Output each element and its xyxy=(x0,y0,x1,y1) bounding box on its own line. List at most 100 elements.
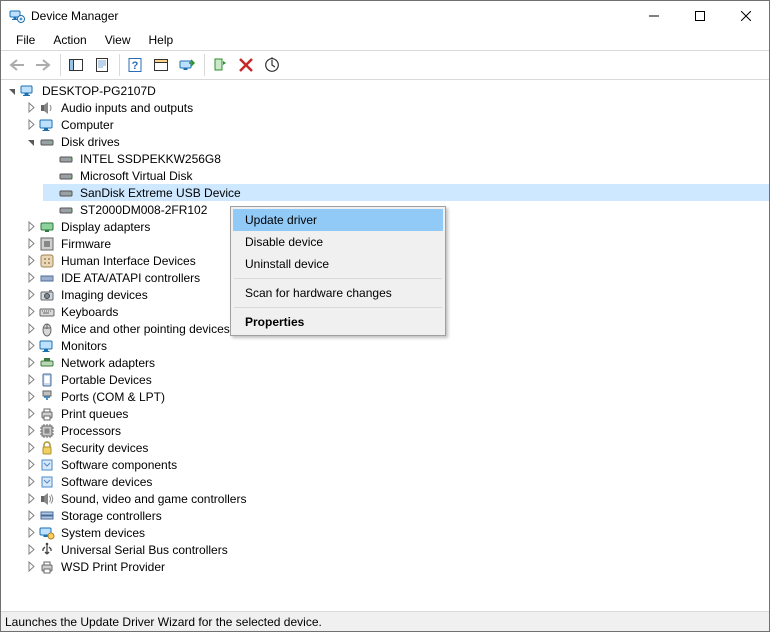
tree-category[interactable]: Storage controllers xyxy=(24,507,769,524)
chevron-right-icon[interactable] xyxy=(24,490,39,507)
menubar: File Action View Help xyxy=(1,31,769,50)
tree-category[interactable]: Print queues xyxy=(24,405,769,422)
tree-category-label: Universal Serial Bus controllers xyxy=(59,543,230,557)
chevron-right-icon[interactable] xyxy=(24,388,39,405)
properties-button[interactable] xyxy=(90,53,114,77)
chevron-right-icon[interactable] xyxy=(24,473,39,490)
tree-category-label: Software devices xyxy=(59,475,154,489)
update-driver-button[interactable] xyxy=(175,53,199,77)
context-properties[interactable]: Properties xyxy=(233,311,443,333)
chevron-right-icon[interactable] xyxy=(24,235,39,252)
chevron-down-icon[interactable] xyxy=(5,82,20,99)
chevron-right-icon[interactable] xyxy=(24,405,39,422)
firmware-icon xyxy=(39,236,55,252)
chevron-right-icon[interactable] xyxy=(24,286,39,303)
scan-hardware-button[interactable] xyxy=(260,53,284,77)
menu-file[interactable]: File xyxy=(7,31,44,50)
minimize-button[interactable] xyxy=(631,1,677,31)
portable-icon xyxy=(39,372,55,388)
display-icon xyxy=(39,219,55,235)
chevron-right-icon[interactable] xyxy=(24,354,39,371)
tree-device[interactable]: INTEL SSDPEKKW256G8 xyxy=(43,150,769,167)
tree-category-label: Display adapters xyxy=(59,220,152,234)
chevron-right-icon[interactable] xyxy=(24,269,39,286)
menu-help[interactable]: Help xyxy=(140,31,183,50)
chevron-right-icon[interactable] xyxy=(24,218,39,235)
close-button[interactable] xyxy=(723,1,769,31)
chevron-right-icon[interactable] xyxy=(24,320,39,337)
software-icon xyxy=(39,474,55,490)
monitor-icon xyxy=(39,117,55,133)
tree-category[interactable]: Universal Serial Bus controllers xyxy=(24,541,769,558)
disk-drive-icon xyxy=(58,202,74,218)
tree-category[interactable]: Software devices xyxy=(24,473,769,490)
device-tree-pane[interactable]: DESKTOP-PG2107D Audio inputs and outputs… xyxy=(1,80,769,611)
tree-category-label: IDE ATA/ATAPI controllers xyxy=(59,271,202,285)
tree-category-label: Firmware xyxy=(59,237,113,251)
tree-device[interactable]: SanDisk Extreme USB Device xyxy=(43,184,769,201)
enable-device-button[interactable] xyxy=(208,53,232,77)
tree-root[interactable]: DESKTOP-PG2107D xyxy=(5,82,769,99)
forward-button[interactable] xyxy=(31,53,55,77)
hid-icon xyxy=(39,253,55,269)
menu-view[interactable]: View xyxy=(96,31,140,50)
tree-category-label: Security devices xyxy=(59,441,150,455)
tree-category[interactable]: Monitors xyxy=(24,337,769,354)
help-button[interactable]: ? xyxy=(123,53,147,77)
tree-category[interactable]: Sound, video and game controllers xyxy=(24,490,769,507)
tree-category-label: Disk drives xyxy=(59,135,122,149)
tree-category[interactable]: Security devices xyxy=(24,439,769,456)
tree-category[interactable]: Portable Devices xyxy=(24,371,769,388)
context-update-driver[interactable]: Update driver xyxy=(233,209,443,231)
ports-icon xyxy=(39,389,55,405)
context-scan-hardware[interactable]: Scan for hardware changes xyxy=(233,282,443,304)
disk-drive-icon xyxy=(58,168,74,184)
device-manager-icon xyxy=(9,8,25,24)
ide-icon xyxy=(39,270,55,286)
chevron-right-icon[interactable] xyxy=(24,456,39,473)
titlebar: Device Manager xyxy=(1,1,769,31)
context-menu-separator xyxy=(234,278,442,279)
tree-category[interactable]: Computer xyxy=(24,116,769,133)
back-button[interactable] xyxy=(5,53,29,77)
show-hidden-button[interactable] xyxy=(149,53,173,77)
tree-category[interactable]: Network adapters xyxy=(24,354,769,371)
context-uninstall-device[interactable]: Uninstall device xyxy=(233,253,443,275)
chevron-right-icon[interactable] xyxy=(24,541,39,558)
maximize-button[interactable] xyxy=(677,1,723,31)
print-icon xyxy=(39,406,55,422)
chevron-right-icon[interactable] xyxy=(24,337,39,354)
chevron-right-icon[interactable] xyxy=(24,558,39,575)
tree-category[interactable]: WSD Print Provider xyxy=(24,558,769,575)
chevron-down-icon[interactable] xyxy=(24,133,39,150)
tree-device-label: SanDisk Extreme USB Device xyxy=(78,186,243,200)
chevron-right-icon[interactable] xyxy=(24,524,39,541)
chevron-right-icon[interactable] xyxy=(24,422,39,439)
chevron-right-icon[interactable] xyxy=(24,371,39,388)
tree-device[interactable]: Microsoft Virtual Disk xyxy=(43,167,769,184)
show-hide-tree-button[interactable] xyxy=(64,53,88,77)
tree-category[interactable]: System devices xyxy=(24,524,769,541)
tree-category[interactable]: Disk drives xyxy=(24,133,769,150)
tree-category[interactable]: Processors xyxy=(24,422,769,439)
uninstall-device-button[interactable] xyxy=(234,53,258,77)
mouse-icon xyxy=(39,321,55,337)
usb-icon xyxy=(39,542,55,558)
toolbar-separator xyxy=(204,54,205,76)
tree-category-label: System devices xyxy=(59,526,147,540)
keyboard-icon xyxy=(39,304,55,320)
context-menu: Update driver Disable device Uninstall d… xyxy=(230,206,446,336)
tree-category-label: Computer xyxy=(59,118,116,132)
chevron-right-icon[interactable] xyxy=(24,507,39,524)
tree-category[interactable]: Audio inputs and outputs xyxy=(24,99,769,116)
menu-action[interactable]: Action xyxy=(44,31,95,50)
tree-category[interactable]: Ports (COM & LPT) xyxy=(24,388,769,405)
chevron-right-icon[interactable] xyxy=(24,116,39,133)
chevron-right-icon[interactable] xyxy=(24,252,39,269)
chevron-right-icon[interactable] xyxy=(24,439,39,456)
computer-icon xyxy=(20,83,36,99)
chevron-right-icon[interactable] xyxy=(24,303,39,320)
context-disable-device[interactable]: Disable device xyxy=(233,231,443,253)
chevron-right-icon[interactable] xyxy=(24,99,39,116)
tree-category[interactable]: Software components xyxy=(24,456,769,473)
